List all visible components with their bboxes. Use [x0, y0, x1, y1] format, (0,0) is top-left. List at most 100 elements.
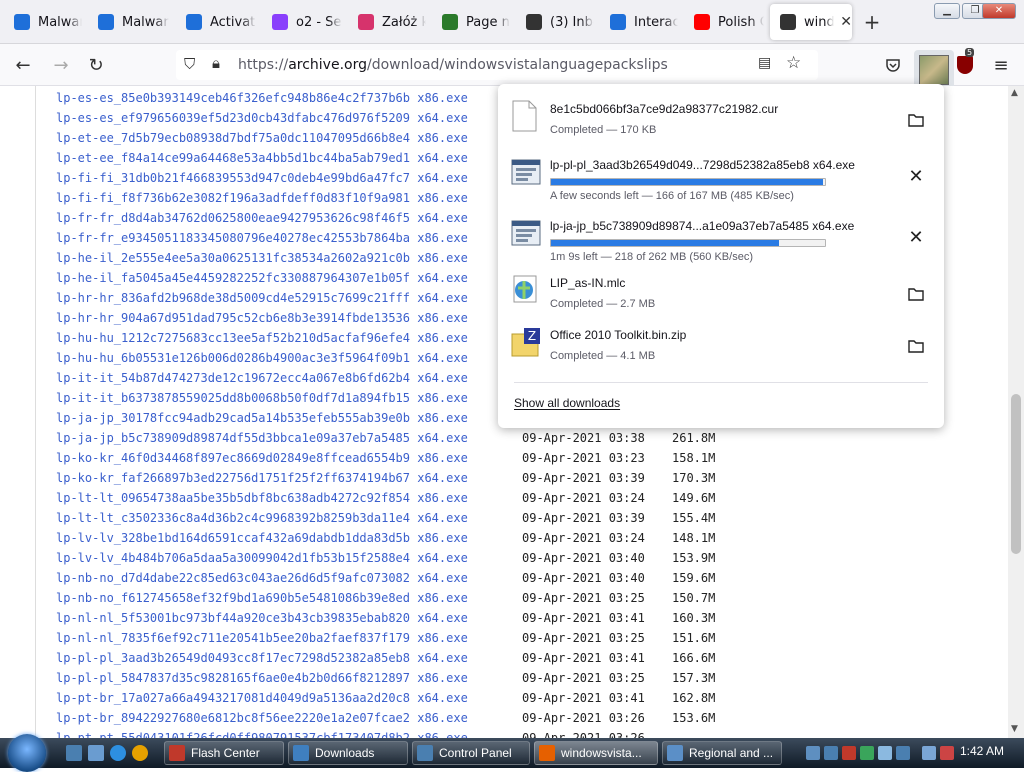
file-link[interactable]: lp-et-ee_7d5b79ecb08938d7bdf75a0dc110470…	[56, 128, 522, 148]
file-link[interactable]: lp-pt-pt_55d043101f26fcd0ff980791537cbf1…	[56, 728, 522, 738]
file-link[interactable]: lp-nb-no_f612745658ef32f9bd1a690b5e54810…	[56, 588, 522, 608]
file-link[interactable]: lp-lt-lt_c3502336c8a4d36b2c4c9968392b825…	[56, 508, 522, 528]
taskbar-button[interactable]: Control Panel	[412, 741, 530, 765]
tracking-protection-icon[interactable]: ⛉	[184, 55, 195, 73]
taskbar-button[interactable]: windowsvista...	[534, 741, 658, 765]
file-link[interactable]: lp-lv-lv_328be1bd164d6591ccaf432a69dabdb…	[56, 528, 522, 548]
tab-8[interactable]: Polish C	[684, 4, 764, 40]
tray-icon-5[interactable]	[878, 746, 892, 760]
tray-icon-1[interactable]	[806, 746, 820, 760]
listing-row: lp-nl-nl_5f53001bc973bf44a920ce3b43cb398…	[56, 608, 715, 628]
firefox-quicklaunch-icon[interactable]	[132, 745, 148, 761]
switch-windows-icon[interactable]	[88, 745, 104, 761]
menu-hamburger-icon[interactable]: ≡	[988, 52, 1014, 78]
file-link[interactable]: lp-hr-hr_836afd2b968de38d5009cd4e52915c7…	[56, 288, 522, 308]
file-link[interactable]: lp-lv-lv_4b484b706a5daa5a30099042d1fb53b…	[56, 548, 522, 568]
volume-muted-icon[interactable]	[940, 746, 954, 760]
file-size: 162.8M	[672, 691, 716, 705]
tab-close-icon[interactable]: ✕	[840, 14, 852, 30]
url-path: /download/windowsvistalanguagepackslips	[367, 57, 668, 73]
file-link[interactable]: lp-nl-nl_5f53001bc973bf44a920ce3b43cb398…	[56, 608, 522, 628]
download-item[interactable]: 8e1c5bd066bf3a7ce9d2a98377c21982.cur Comp…	[498, 94, 944, 150]
tray-icon-4[interactable]	[860, 746, 874, 760]
tab-9[interactable]: windo ✕	[770, 4, 852, 40]
system-clock[interactable]: 1:42 AM	[960, 744, 1004, 758]
bookmark-star-icon[interactable]: ☆	[786, 53, 801, 73]
file-link[interactable]: lp-ja-jp_30178fcc94adb29cad5a14b535efeb5…	[56, 408, 522, 428]
file-link[interactable]: lp-lt-lt_09654738aa5be35b5dbf8bc638adb42…	[56, 488, 522, 508]
tab-4[interactable]: Załóż k	[348, 4, 426, 40]
file-link[interactable]: lp-pt-br_89422927680e6812bc8f56ee2220e1a…	[56, 708, 522, 728]
reader-view-icon[interactable]: ▤	[758, 55, 771, 71]
tab-2[interactable]: Activati	[176, 4, 256, 40]
ublock-extension-icon[interactable]: 5	[952, 48, 978, 78]
file-link[interactable]: lp-he-il_2e555e4ee5a30a0625131fc38534a26…	[56, 248, 522, 268]
pocket-icon[interactable]	[880, 52, 906, 78]
tab-1[interactable]: Malwar	[88, 4, 170, 40]
file-link[interactable]: lp-hu-hu_6b05531e126b006d0286b4900ac3e3f…	[56, 348, 522, 368]
file-link[interactable]: lp-fr-fr_e9345051183345080796e40278ec425…	[56, 228, 522, 248]
file-link[interactable]: lp-fr-fr_d8d4ab34762d0625800eae942795362…	[56, 208, 522, 228]
scroll-up-arrow-icon[interactable]: ▲	[1011, 88, 1018, 98]
taskbar-button[interactable]: Regional and ...	[662, 741, 782, 765]
cancel-icon[interactable]: ✕	[902, 162, 930, 190]
file-link[interactable]: lp-he-il_fa5045a45e4459282252fc330887964…	[56, 268, 522, 288]
download-filename: lp-pl-pl_3aad3b26549d049...7298d52382a85…	[550, 158, 855, 172]
download-item[interactable]: Z Office 2010 Toolkit.bin.zip Completed — …	[498, 320, 944, 376]
internet-explorer-icon[interactable]	[110, 745, 126, 761]
back-button[interactable]: ←	[10, 52, 36, 78]
show-all-downloads-link[interactable]: Show all downloads	[514, 396, 620, 410]
network-tray-icon[interactable]	[922, 746, 936, 760]
file-link[interactable]: lp-it-it_b6373878559025dd8b0068b50f0df7d…	[56, 388, 522, 408]
download-item[interactable]: lp-pl-pl_3aad3b26549d049...7298d52382a85…	[498, 150, 944, 206]
cancel-icon[interactable]: ✕	[902, 223, 930, 251]
scroll-down-arrow-icon[interactable]: ▼	[1011, 724, 1018, 734]
file-link[interactable]: lp-ja-jp_b5c738909d89874df55d3bbca1e09a3…	[56, 428, 522, 448]
vertical-scrollbar[interactable]: ▲ ▼	[1008, 86, 1024, 738]
tab-5[interactable]: Page no	[432, 4, 510, 40]
reload-button[interactable]: ↻	[83, 52, 109, 78]
file-link[interactable]: lp-pl-pl_3aad3b26549d0493cc8f17ec7298d52…	[56, 648, 522, 668]
file-link[interactable]: lp-pl-pl_5847837d35c9828165f6ae0e4b2b0d6…	[56, 668, 522, 688]
url-bar[interactable]: ⛉ 🔒︎ https://archive.org/download/window…	[176, 50, 818, 80]
file-date: 09-Apr-2021 03:26	[522, 711, 645, 725]
file-link[interactable]: lp-es-es_ef979656039ef5d23d0cb43dfabc476…	[56, 108, 522, 128]
tab-7[interactable]: Interact	[600, 4, 678, 40]
file-link[interactable]: lp-fi-fi_31db0b21f466839553d947c0deb4e99…	[56, 168, 522, 188]
folder-icon[interactable]	[902, 280, 930, 308]
taskbar-button[interactable]: Downloads	[288, 741, 408, 765]
file-link[interactable]: lp-pt-br_17a027a66a4943217081d4049d9a513…	[56, 688, 522, 708]
lock-icon[interactable]: 🔒︎	[212, 54, 220, 72]
tab-0[interactable]: Malwar	[4, 4, 82, 40]
folder-icon[interactable]	[902, 332, 930, 360]
file-link[interactable]: lp-nl-nl_7835f6ef92c711e20541b5ee20ba2fa…	[56, 628, 522, 648]
file-link[interactable]: lp-hu-hu_1212c7275683cc13ee5af52b210d5ac…	[56, 328, 522, 348]
tab-6[interactable]: (3) Inbo	[516, 4, 594, 40]
taskbar-button-label: windowsvista...	[561, 746, 642, 760]
file-link[interactable]: lp-es-es_85e0b393149ceb46f326efc948b86e4…	[56, 88, 522, 108]
start-button[interactable]	[8, 734, 46, 772]
tab-3[interactable]: o2 - Ser	[262, 4, 342, 40]
file-link[interactable]: lp-ko-kr_46f0d34468f897ec8669d02849e8ffc…	[56, 448, 522, 468]
file-link[interactable]: lp-fi-fi_f8f736b62e3082f196a3adfdeff0d83…	[56, 188, 522, 208]
file-link[interactable]: lp-nb-no_d7d4dabe22c85ed63c043ae26d6d5f9…	[56, 568, 522, 588]
tray-icon-2[interactable]	[824, 746, 838, 760]
flash-tray-icon[interactable]	[842, 746, 856, 760]
file-link[interactable]: lp-ko-kr_faf266897b3ed22756d1751f25f2ff6…	[56, 468, 522, 488]
tab-label: Malwar	[38, 14, 82, 30]
file-link[interactable]: lp-hr-hr_904a67d951dad795c52cb6e8b3e3914…	[56, 308, 522, 328]
download-item[interactable]: lp-ja-jp_b5c738909d89874...a1e09a37eb7a5…	[498, 211, 944, 267]
scrollbar-thumb[interactable]	[1011, 394, 1021, 554]
show-desktop-icon[interactable]	[66, 745, 82, 761]
minimize-button[interactable]: ▁	[934, 3, 960, 19]
file-link[interactable]: lp-et-ee_f84a14ce99a64468e53a4bb5d1bc44b…	[56, 148, 522, 168]
download-item[interactable]: LIP_as-IN.mlc Completed — 2.7 MB	[498, 268, 944, 324]
forward-button[interactable]: →	[48, 52, 74, 78]
window-close-button[interactable]: ✕	[982, 3, 1016, 19]
taskbar-button[interactable]: Flash Center	[164, 741, 284, 765]
tray-icon-6[interactable]	[896, 746, 910, 760]
folder-icon[interactable]	[902, 106, 930, 134]
new-tab-button[interactable]: +	[860, 10, 884, 34]
file-link[interactable]: lp-it-it_54b87d474273de12c19672ecc4a067e…	[56, 368, 522, 388]
url-text[interactable]: https://archive.org/download/windowsvist…	[238, 57, 668, 73]
